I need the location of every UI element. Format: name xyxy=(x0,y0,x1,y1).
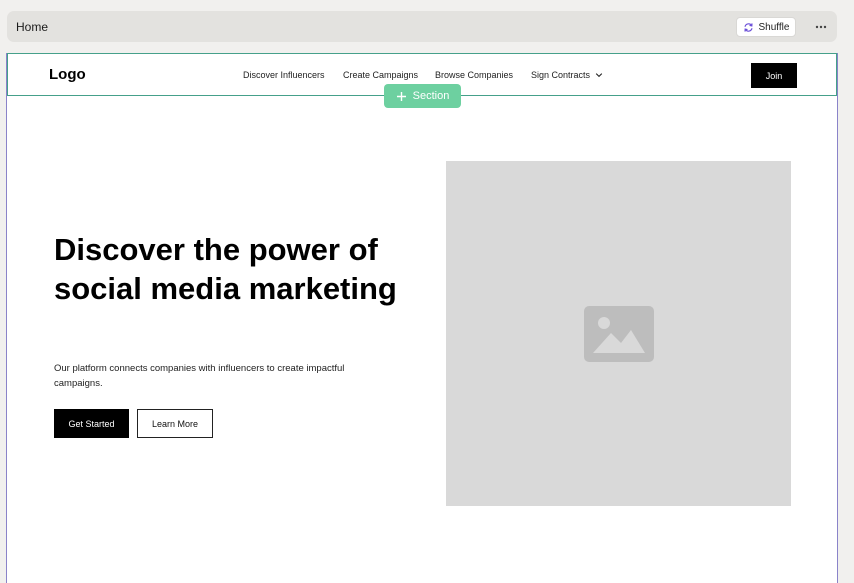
site-logo[interactable]: Logo xyxy=(49,66,86,83)
add-section-button[interactable]: Section xyxy=(384,84,461,108)
hero-image-placeholder[interactable] xyxy=(446,161,791,506)
chevron-down-icon xyxy=(595,73,603,78)
join-button[interactable]: Join xyxy=(751,63,797,88)
editor-topbar: Home Shuffle xyxy=(7,11,837,42)
more-horizontal-icon xyxy=(815,25,827,29)
page-name[interactable]: Home xyxy=(16,20,48,34)
learn-more-button[interactable]: Learn More xyxy=(137,409,213,438)
nav-link-sign-contracts-label: Sign Contracts xyxy=(531,70,591,80)
nav-link-browse-companies[interactable]: Browse Companies xyxy=(435,70,513,80)
hero-subtitle: Our platform connects companies with inf… xyxy=(54,363,345,389)
more-options-button[interactable] xyxy=(810,18,832,36)
shuffle-button[interactable]: Shuffle xyxy=(736,17,796,37)
shuffle-icon xyxy=(743,22,753,32)
nav-link-create-campaigns[interactable]: Create Campaigns xyxy=(343,70,418,80)
add-section-label: Section xyxy=(412,90,450,102)
nav-link-discover-influencers[interactable]: Discover Influencers xyxy=(243,70,325,80)
hero-title: Discover the power of social media marke… xyxy=(54,232,397,306)
design-canvas: Logo Discover Influencers Create Campaig… xyxy=(6,53,838,583)
image-placeholder-icon xyxy=(583,305,654,362)
plus-icon xyxy=(396,91,406,101)
shuffle-label: Shuffle xyxy=(758,21,790,33)
nav-link-sign-contracts[interactable]: Sign Contracts xyxy=(531,70,603,80)
get-started-button[interactable]: Get Started xyxy=(54,409,129,438)
